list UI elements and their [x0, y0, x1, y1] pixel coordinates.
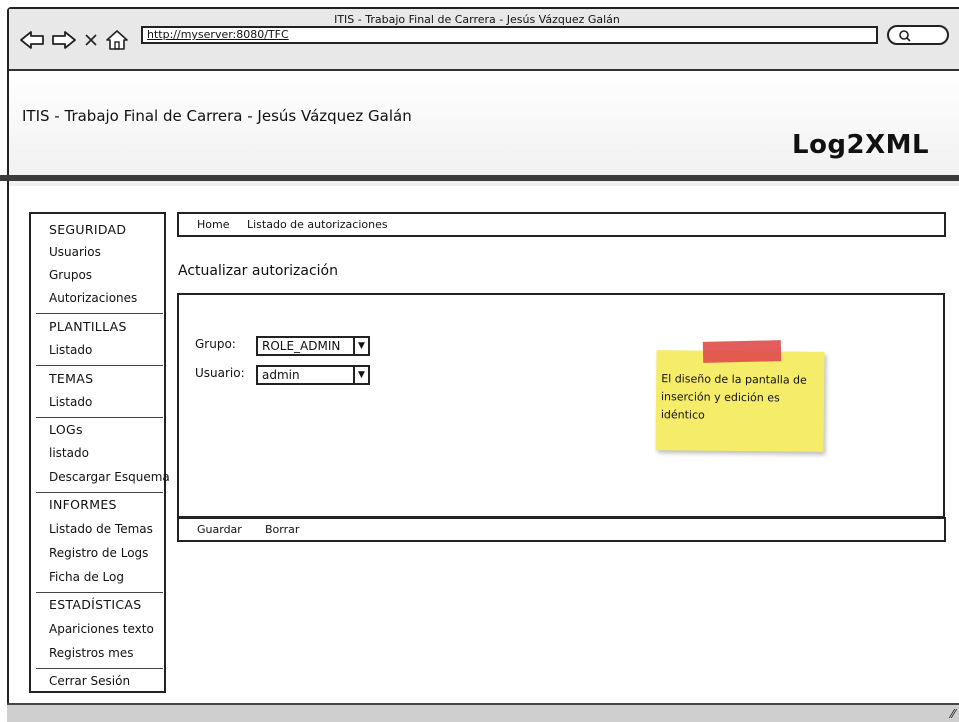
close-x-icon[interactable] [83, 32, 99, 48]
sidebar-divider [36, 592, 163, 593]
url-bar[interactable]: http://myserver:8080/TFC [141, 26, 878, 44]
sidebar-item-temas-listado[interactable]: Listado [49, 395, 92, 409]
sidebar-heading-seguridad: SEGURIDAD [49, 222, 127, 237]
sidebar-item-plantillas-listado[interactable]: Listado [49, 343, 92, 357]
sidebar-item-registros-mes[interactable]: Registros mes [49, 646, 134, 660]
save-button[interactable]: Guardar [197, 523, 242, 536]
sidebar-heading-plantillas: PLANTILLAS [49, 319, 127, 334]
sidebar-divider [36, 313, 163, 314]
sidebar-divider [36, 365, 163, 366]
brand-logo-text: Log2XML [792, 130, 930, 160]
home-icon[interactable] [105, 29, 129, 51]
breadcrumb-current[interactable]: Listado de autorizaciones [247, 218, 388, 231]
sticky-note-text: El diseño de la pantalla de inserción y … [660, 372, 807, 422]
chevron-down-icon[interactable]: ▼ [353, 367, 368, 383]
grupo-label: Grupo: [195, 337, 236, 351]
sidebar-item-autorizaciones[interactable]: Autorizaciones [49, 291, 137, 305]
sidebar-item-listado-temas[interactable]: Listado de Temas [49, 522, 153, 536]
browser-search-box[interactable] [887, 25, 949, 45]
page-title: Actualizar autorización [178, 263, 338, 279]
usuario-label: Usuario: [195, 366, 245, 380]
sidebar-heading-estadisticas: ESTADÍSTICAS [49, 597, 142, 612]
form-panel: Grupo: ROLE_ADMIN ▼ Usuario: admin ▼ [177, 293, 945, 518]
sticky-note-tape [702, 340, 782, 363]
browser-nav [19, 29, 129, 51]
sidebar-divider [36, 417, 163, 418]
chevron-down-icon[interactable]: ▼ [353, 338, 368, 354]
back-arrow-icon[interactable] [19, 30, 45, 50]
grupo-select-value: ROLE_ADMIN [262, 339, 341, 353]
sidebar-item-cerrar-sesion[interactable]: Cerrar Sesión [49, 674, 130, 688]
page-header [9, 71, 959, 186]
grupo-select[interactable]: ROLE_ADMIN ▼ [256, 336, 370, 356]
sidebar-heading-temas: TEMAS [49, 371, 94, 386]
header-divider [0, 175, 959, 181]
sidebar-divider [36, 492, 163, 493]
breadcrumb-home[interactable]: Home [197, 218, 229, 231]
sidebar-heading-informes: INFORMES [49, 497, 117, 512]
sidebar-divider [36, 668, 163, 669]
sidebar-item-logs-listado[interactable]: listado [49, 446, 89, 460]
usuario-select[interactable]: admin ▼ [256, 365, 370, 385]
usuario-select-value: admin [262, 368, 300, 382]
resize-grip-icon[interactable]: ⁄⁄ [951, 707, 955, 721]
sidebar-item-descargar-esquema[interactable]: Descargar Esquema [49, 470, 170, 484]
sidebar-item-ficha-log[interactable]: Ficha de Log [49, 570, 124, 584]
window-title: ITIS - Trabajo Final de Carrera - Jesús … [334, 13, 620, 26]
forward-arrow-icon[interactable] [51, 30, 77, 50]
breadcrumb: Home Listado de autorizaciones [177, 212, 946, 237]
delete-button[interactable]: Borrar [265, 523, 299, 536]
sticky-note: El diseño de la pantalla de inserción y … [655, 350, 825, 452]
sidebar-item-grupos[interactable]: Grupos [49, 268, 92, 282]
sidebar-item-apariciones-texto[interactable]: Apariciones texto [49, 622, 154, 636]
browser-status-bar: ⁄⁄ [7, 703, 959, 722]
site-title: ITIS - Trabajo Final de Carrera - Jesús … [22, 107, 412, 125]
sidebar: SEGURIDAD Usuarios Grupos Autorizaciones… [29, 212, 170, 693]
sidebar-heading-logs: LOGs [49, 422, 83, 437]
sidebar-item-registro-logs[interactable]: Registro de Logs [49, 546, 148, 560]
sidebar-item-usuarios[interactable]: Usuarios [49, 245, 101, 259]
form-action-bar: Guardar Borrar [177, 517, 946, 542]
